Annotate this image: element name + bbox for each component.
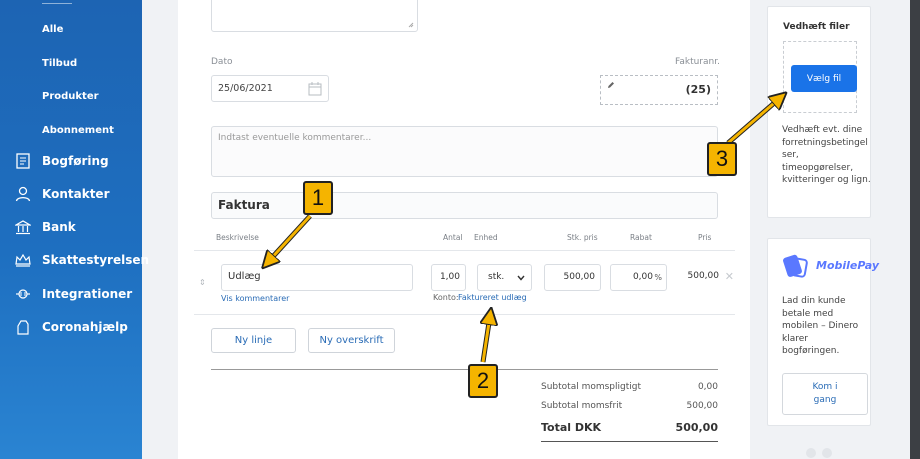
callout-3: 3 [707,142,737,176]
callout-2: 2 [468,364,498,398]
callout-1: 1 [303,181,333,215]
annotation-arrows [0,0,920,363]
